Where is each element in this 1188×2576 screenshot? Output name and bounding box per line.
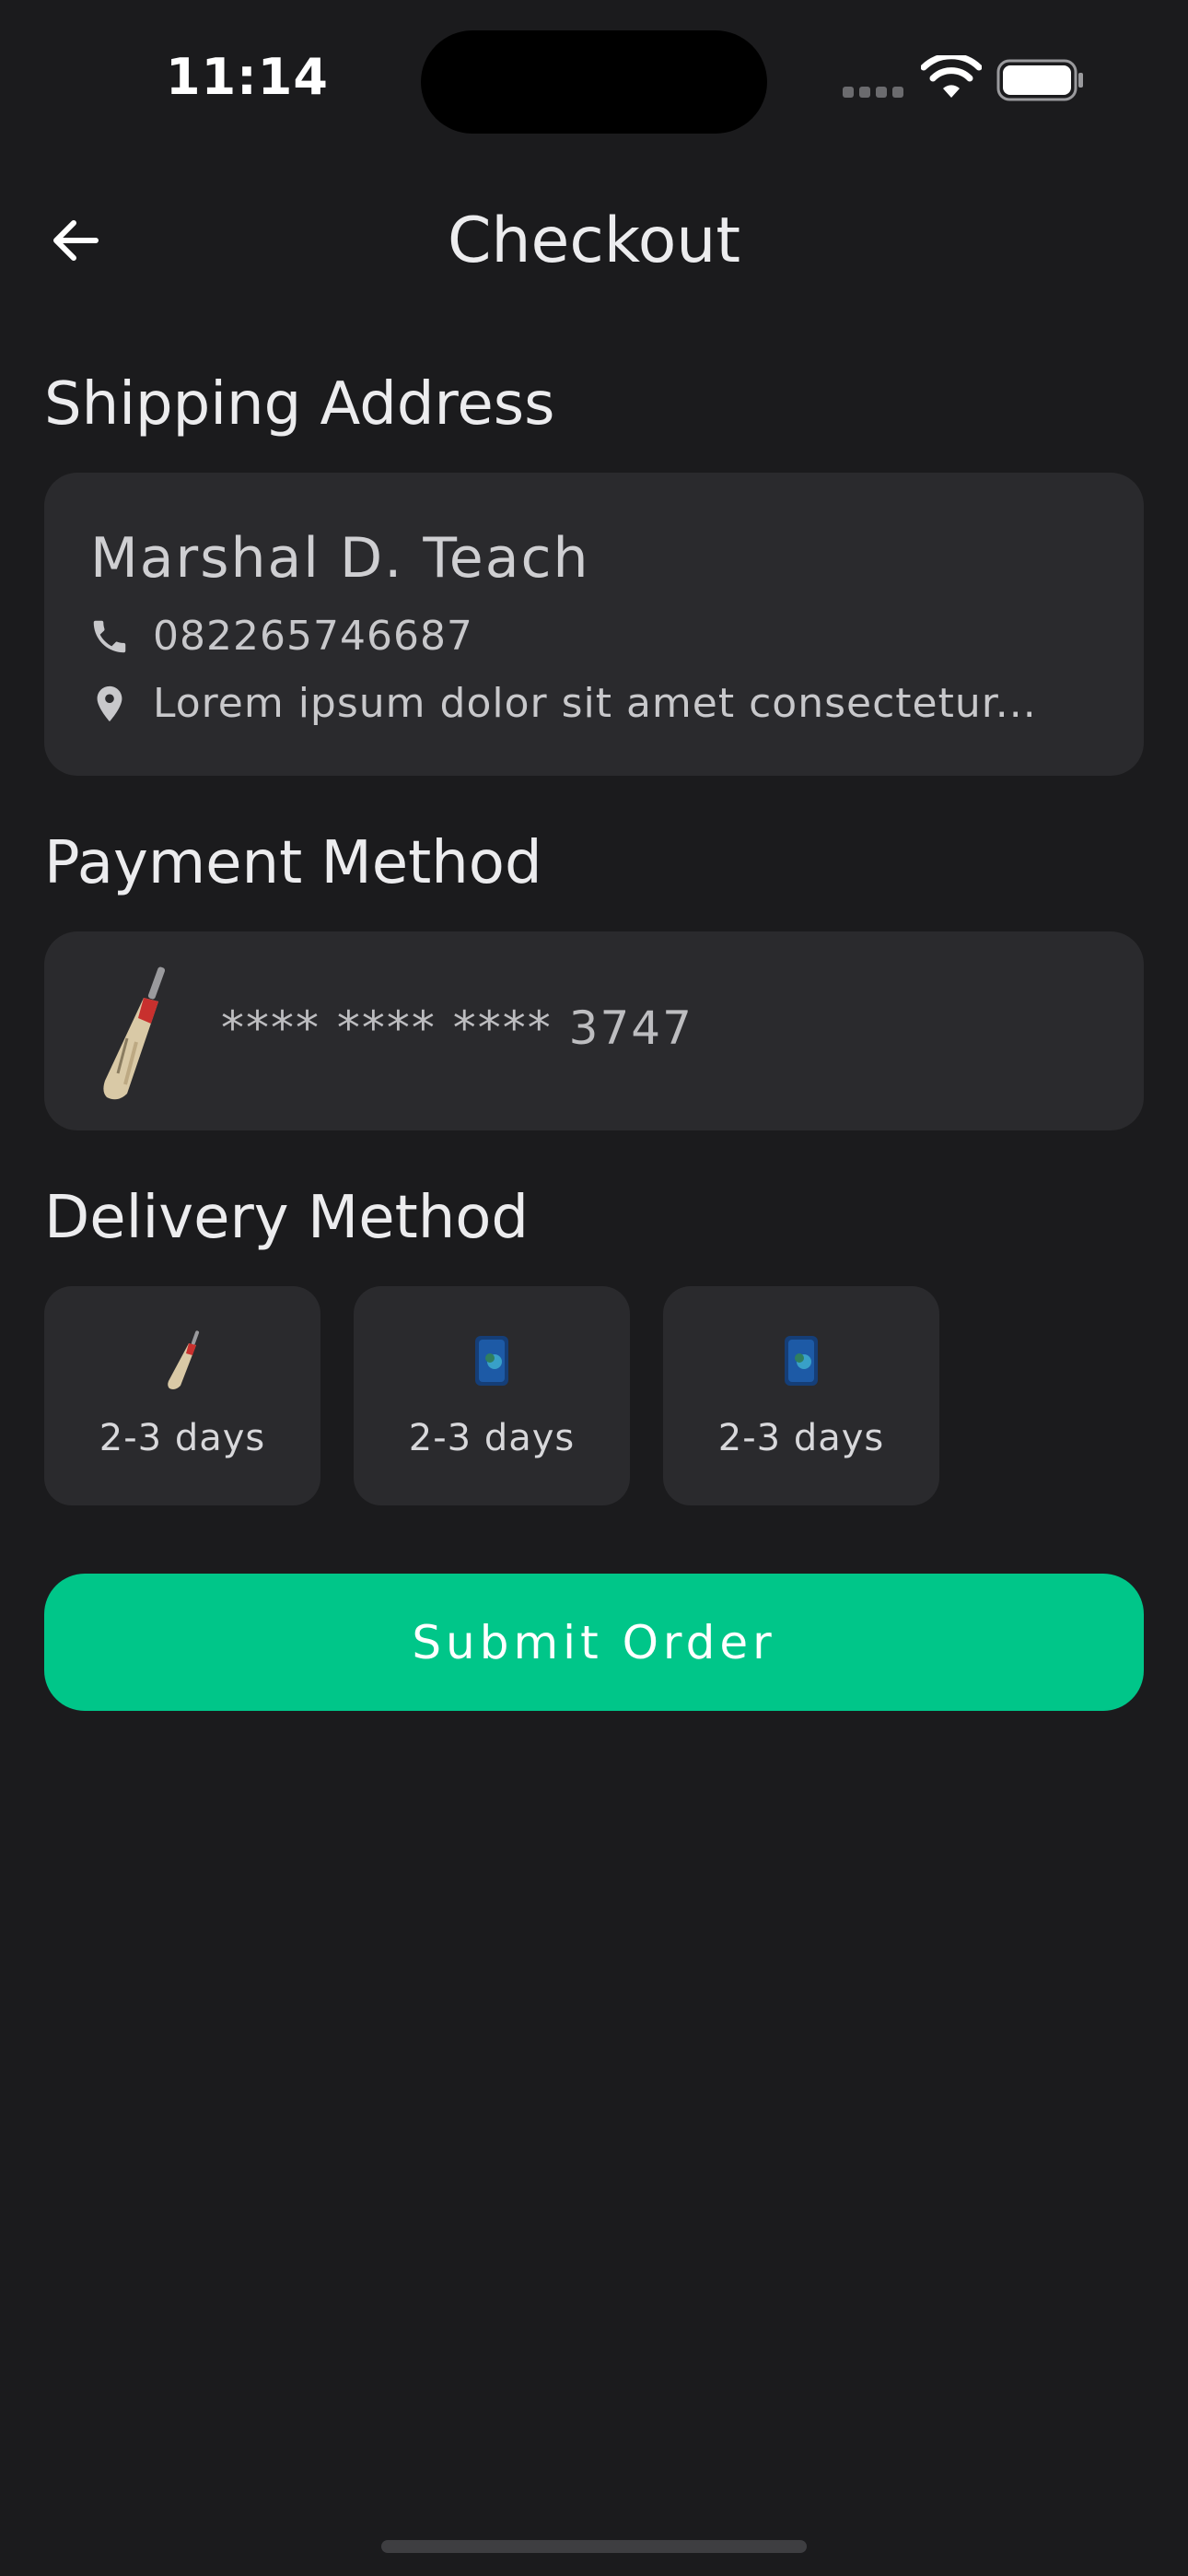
shipping-address-card[interactable]: Marshal D. Teach 082265746687 Lorem ipsu… xyxy=(44,473,1144,776)
delivery-section-title: Delivery Method xyxy=(44,1184,530,1252)
delivery-option-3[interactable]: 2-3 days xyxy=(663,1286,939,1505)
phone-icon xyxy=(93,620,126,652)
phone-image xyxy=(475,1336,508,1386)
home-indicator[interactable] xyxy=(381,2540,807,2553)
battery-icon xyxy=(996,59,1083,101)
payment-section-title: Payment Method xyxy=(44,829,542,897)
delivery-option-label: 2-3 days xyxy=(408,1417,576,1459)
phone-number: 082265746687 xyxy=(153,613,473,660)
cricket-bat-image xyxy=(168,1330,200,1389)
cellular-signal-icon xyxy=(843,87,903,98)
address-row: Lorem ipsum dolor sit amet consectetur..… xyxy=(88,680,1037,727)
dynamic-island xyxy=(421,30,767,134)
payment-method-card[interactable]: **** **** **** 3747 xyxy=(44,931,1144,1130)
wifi-icon xyxy=(921,55,982,98)
recipient-name: Marshal D. Teach xyxy=(90,526,590,591)
delivery-option-2[interactable]: 2-3 days xyxy=(354,1286,630,1505)
delivery-options: 2-3 days 2-3 days 2-3 days xyxy=(44,1286,939,1505)
shipping-section-title: Shipping Address xyxy=(44,370,555,439)
delivery-option-1[interactable]: 2-3 days xyxy=(44,1286,320,1505)
phone-image xyxy=(785,1336,818,1386)
status-time: 11:14 xyxy=(166,48,329,106)
delivery-option-label: 2-3 days xyxy=(717,1417,885,1459)
address-text: Lorem ipsum dolor sit amet consectetur..… xyxy=(153,680,1037,727)
submit-order-button[interactable]: Submit Order xyxy=(44,1574,1144,1711)
location-pin-icon xyxy=(97,685,122,721)
masked-card-number: **** **** **** 3747 xyxy=(221,1001,693,1055)
page-title: Checkout xyxy=(447,205,741,277)
phone-row: 082265746687 xyxy=(88,613,473,660)
delivery-option-label: 2-3 days xyxy=(99,1417,266,1459)
cricket-bat-image xyxy=(103,966,166,1100)
checkout-screen: 11:14 Checkout Shipping Address Marshal … xyxy=(0,0,1188,2576)
